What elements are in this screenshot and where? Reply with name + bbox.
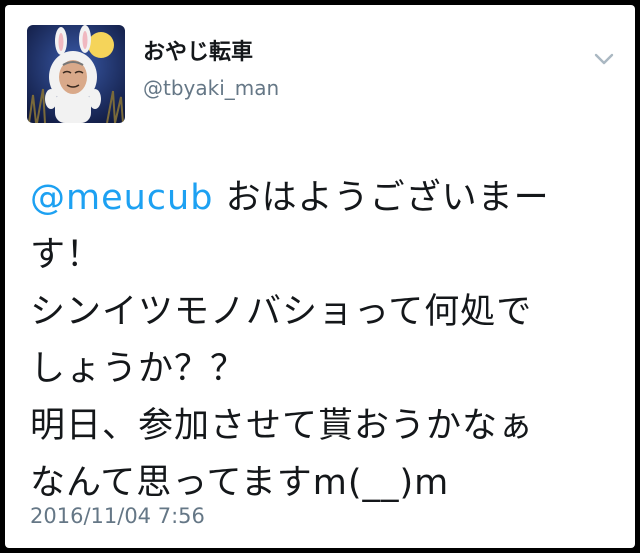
display-name[interactable]: おやじ転車	[143, 39, 253, 67]
avatar[interactable]	[27, 25, 125, 123]
tweet-card: おやじ転車 @tbyaki_man @meucub おはようございまー す！ シ…	[5, 5, 635, 548]
tweet-line-2: す！	[30, 235, 103, 275]
user-handle[interactable]: @tbyaki_man	[143, 75, 279, 101]
tweet-line-1: @meucub おはようございまー	[30, 170, 610, 227]
chevron-down-icon[interactable]	[590, 49, 618, 69]
tweet-line-1-text: おはようございまー	[213, 178, 550, 218]
tweet-line-4: しょうか？？	[30, 349, 247, 389]
tweet-line-3: シンイツモノバショって何処で	[30, 292, 533, 332]
avatar-image	[27, 25, 125, 123]
tweet-line-5: 明日、参加させて貰おうかなぁ	[30, 406, 535, 446]
mention-link[interactable]: @meucub	[30, 178, 213, 218]
tweet-timestamp[interactable]: 2016/11/04 7:56	[30, 503, 205, 529]
tweet-text: @meucub おはようございまー す！ シンイツモノバショって何処で しょうか…	[30, 170, 610, 512]
